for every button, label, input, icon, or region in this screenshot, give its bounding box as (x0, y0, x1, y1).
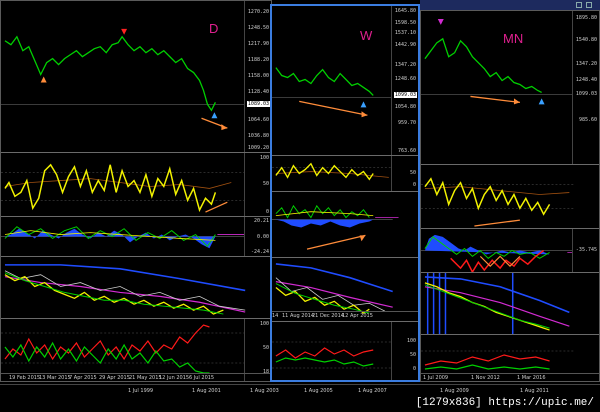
close-icon[interactable] (586, 2, 592, 8)
current-price-tag: 1099.03 (393, 92, 417, 98)
price-pane[interactable]: 1270.20 1248.50 1217.90 1188.20 1158.00 … (1, 1, 271, 153)
time-axis: 1 Jul 2009 1 Nov 2012 1 Mar 2016 (421, 373, 599, 381)
chart-window-weekly[interactable]: W 1645.80 1598.50 1537.10 1442.90 1347.2… (270, 4, 420, 382)
oscillator-scale-1: 50 0 (391, 156, 418, 191)
oscillator-pane-3[interactable]: 14 11 Aug 2014 21 Dec 2014 12 Apr 2015 (272, 258, 418, 322)
oscillator-pane-3[interactable] (421, 273, 599, 335)
chart-window-monthly[interactable]: MN 1895.80 1540.80 1347.20 1248.40 1099.… (420, 10, 600, 382)
minimize-icon[interactable] (576, 2, 582, 8)
price-scale: 1270.20 1248.50 1217.90 1188.20 1158.00 … (244, 1, 271, 152)
oscillator-pane-3[interactable] (1, 257, 271, 319)
time-axis: 19 Feb 2015 13 Mar 2015 7 Apr 2015 29 Ap… (1, 373, 271, 381)
price-chart (1, 28, 248, 131)
oscillator-pane-2[interactable] (272, 192, 418, 258)
histogram-chart (1, 226, 248, 249)
price-pane[interactable]: 1895.80 1540.80 1347.20 1248.40 1099.03 … (421, 11, 599, 165)
price-scale: 1895.80 1540.80 1347.20 1248.40 1099.03 … (572, 11, 599, 164)
time-axis: 14 11 Aug 2014 21 Dec 2014 12 Apr 2015 (272, 311, 418, 321)
oscillator-pane-2[interactable]: -35.745 (421, 229, 599, 273)
oscillator-pane-1[interactable]: 50 0 (272, 156, 418, 192)
oscillator-chart-1 (1, 163, 246, 213)
background-time-axis: 1 Jul 1999 1 Aug 2001 1 Aug 2003 1 Aug 2… (0, 384, 600, 397)
oscillator-pane-4[interactable]: 1 Jul 2009 1 Nov 2012 1 Mar 2016 (421, 335, 599, 381)
chart-window-daily[interactable]: D 1270.20 1248.50 1217.90 1188.20 1158.0… (0, 0, 272, 382)
oscillator-pane-1[interactable] (421, 165, 599, 229)
price-pane[interactable]: 1645.80 1598.50 1537.10 1442.90 1347.20 … (272, 6, 418, 156)
oscillator-chart-1 (421, 177, 574, 227)
oscillator-scale-2: -35.745 (572, 229, 599, 272)
oscillator-scale-2: 20.21 0.00 -24.24 (244, 217, 271, 256)
watermark: [1279x836] https://upic.me/ (415, 397, 594, 409)
oscillator-scale-1: 100 50 0 (244, 153, 271, 216)
current-price-tag: 1089.03 (246, 101, 270, 107)
window-toolbar (420, 0, 600, 10)
price-scale: 1645.80 1598.50 1537.10 1442.90 1347.20 … (391, 6, 418, 155)
oscillator-scale-4: 100 50 0 (391, 322, 418, 380)
oscillator-pane-1[interactable]: 100 50 0 (1, 153, 271, 217)
oscillator-pane-2[interactable]: 20.21 0.00 -24.24 (1, 217, 271, 257)
moving-averages-chart (424, 273, 570, 334)
oscillator-pane-4[interactable]: 100 50 18 19 Feb 2015 13 Mar 2015 7 Apr … (1, 319, 271, 381)
histogram-chart (272, 204, 399, 250)
moving-averages-chart (4, 264, 246, 315)
oscillator-pane-4[interactable]: 100 50 0 (272, 322, 418, 380)
